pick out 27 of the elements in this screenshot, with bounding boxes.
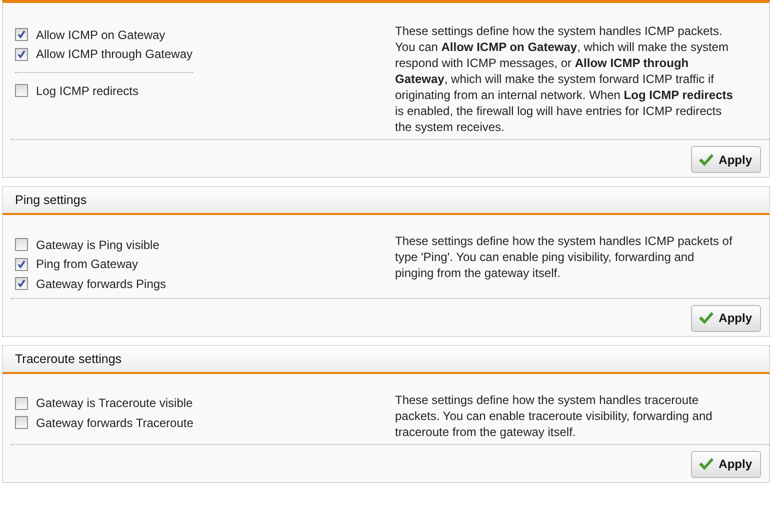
checkbox[interactable] <box>15 28 28 42</box>
checkbox-label: Log ICMP redirects <box>36 84 138 98</box>
checkmark-icon <box>698 311 714 325</box>
checkbox[interactable] <box>15 416 28 430</box>
checkbox[interactable] <box>15 277 28 290</box>
apply-button[interactable]: Apply <box>690 146 761 173</box>
checkbox[interactable] <box>15 48 28 61</box>
panel-header: Traceroute settings <box>2 344 770 374</box>
checkbox-label: Gateway is Ping visible <box>36 238 160 252</box>
apply-button[interactable]: Apply <box>690 304 761 332</box>
checkbox[interactable] <box>15 258 28 271</box>
checkmark-icon <box>698 457 714 471</box>
description-text: These settings define how the system handles ICMP packets of type 'Ping'. You can enable ping visibility, forwarding and pinging from the gateway itself. <box>395 233 734 282</box>
checkbox-label: Allow ICMP on Gateway <box>36 28 166 42</box>
checkbox[interactable] <box>15 84 28 98</box>
checkbox-label: Gateway forwards Traceroute <box>36 416 194 430</box>
panel-header: Ping settings <box>2 186 770 215</box>
apply-button[interactable]: Apply <box>690 450 761 478</box>
description-text: These settings define how the system handles ICMP packets. You can Allow ICMP on Gateway, which will make the system respond with ICMP messages, or Allow ICMP through Gateway, which will make the system forward ICMP traffic if originating from an internal network. When Log ICMP redirects is enabled, the firewall log will have entries for ICMP redirects the system receives. <box>395 23 734 135</box>
checkbox[interactable] <box>15 396 28 410</box>
checkbox-label: Ping from Gateway <box>36 257 138 272</box>
description-text: These settings define how the system handles traceroute packets. You can enable traceroute visibility, forwarding and traceroute from the gateway itself. <box>395 392 714 440</box>
checkbox-label: Gateway is Traceroute visible <box>36 396 193 410</box>
checkbox-label: Allow ICMP through Gateway <box>36 47 193 62</box>
checkbox[interactable] <box>15 238 28 252</box>
checkbox-label: Gateway forwards Pings <box>36 276 166 291</box>
checkmark-icon <box>698 152 714 166</box>
